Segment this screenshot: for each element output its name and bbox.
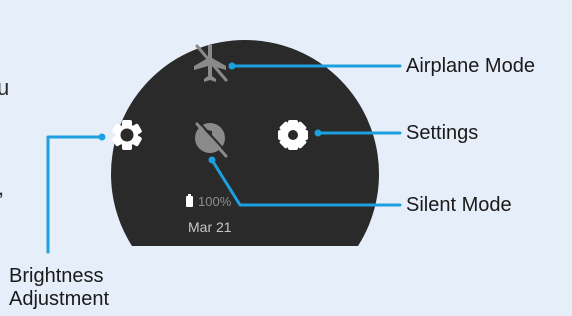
airplane-mode-label: Airplane Mode [406, 55, 535, 77]
battery-percent-text: 100% [198, 194, 232, 209]
diagram-stage: 100% Mar 21 Airplane Mode Settings Silen… [0, 0, 572, 316]
edge-fragment-middle: , [0, 176, 4, 200]
watch-face [111, 39, 380, 246]
brightness-label-line2: Adjustment [9, 288, 110, 310]
settings-label: Settings [406, 122, 479, 144]
gear-icon[interactable] [278, 120, 308, 150]
silent-mode-label: Silent Mode [406, 194, 512, 216]
date-text: Mar 21 [188, 219, 232, 235]
edge-fragment-top: u [0, 75, 10, 100]
brightness-icon[interactable] [112, 120, 143, 150]
brightness-label-line1: Brightness [9, 265, 104, 287]
brightness-callout-line [46, 135, 104, 254]
